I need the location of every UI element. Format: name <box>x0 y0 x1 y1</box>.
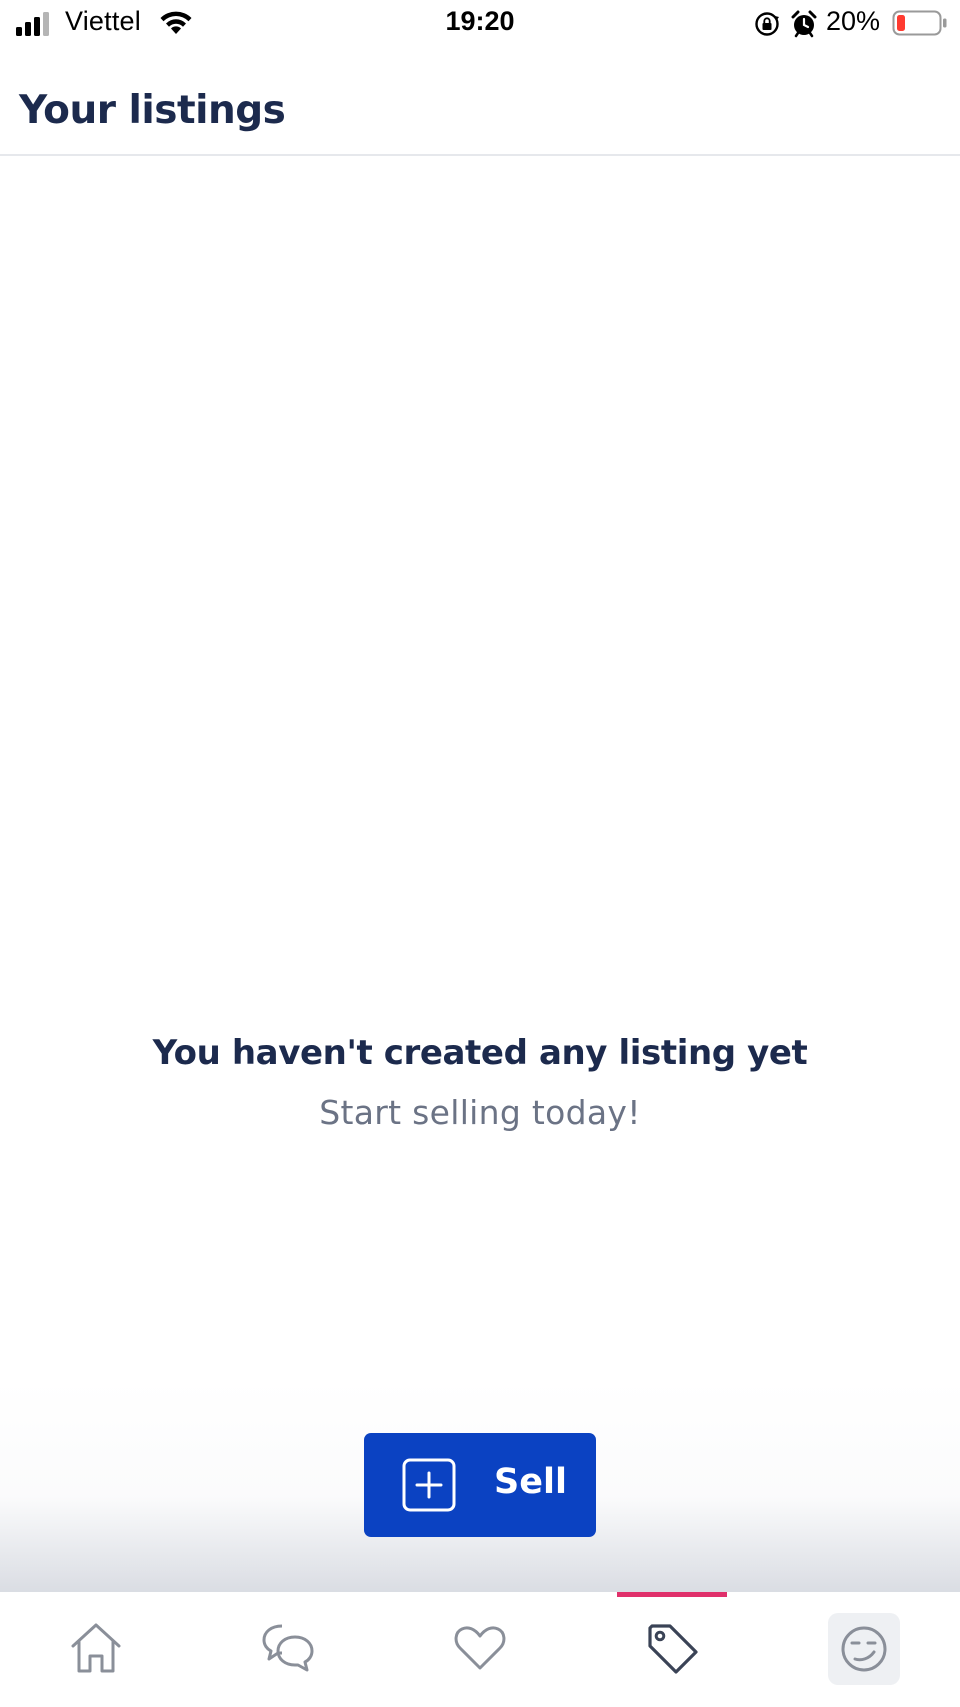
nav-item-listings[interactable] <box>576 1592 768 1707</box>
page-title: Your listings <box>19 88 286 133</box>
header: Your listings <box>0 50 960 156</box>
chat-icon <box>262 1624 314 1672</box>
battery-percentage: 20% <box>826 6 881 36</box>
active-tab-indicator <box>617 1592 727 1597</box>
nav-item-favorites[interactable] <box>384 1592 576 1707</box>
heart-icon <box>454 1626 506 1670</box>
nav-item-chat[interactable] <box>192 1592 384 1707</box>
sell-label: Sell <box>494 1462 567 1502</box>
nav-item-profile[interactable] <box>828 1613 900 1685</box>
battery-icon <box>892 10 947 36</box>
sell-button[interactable]: Sell <box>364 1433 596 1537</box>
empty-state: You haven't created any listing yet Star… <box>0 1033 960 1132</box>
empty-state-subtitle: Start selling today! <box>319 1093 641 1132</box>
nav-item-home[interactable] <box>0 1592 192 1707</box>
home-icon <box>71 1623 121 1673</box>
plus-square-icon <box>402 1458 456 1512</box>
profile-face-icon <box>841 1626 887 1672</box>
status-bar: Viettel 19:20 20% <box>0 0 960 50</box>
tag-icon <box>648 1624 698 1674</box>
alarm-icon <box>791 10 817 38</box>
empty-state-title: You haven't created any listing yet <box>152 1033 808 1073</box>
bottom-nav <box>0 1592 960 1707</box>
screen: Viettel 19:20 20% Your listings You have… <box>0 0 960 1707</box>
rotation-lock-icon <box>755 12 779 36</box>
